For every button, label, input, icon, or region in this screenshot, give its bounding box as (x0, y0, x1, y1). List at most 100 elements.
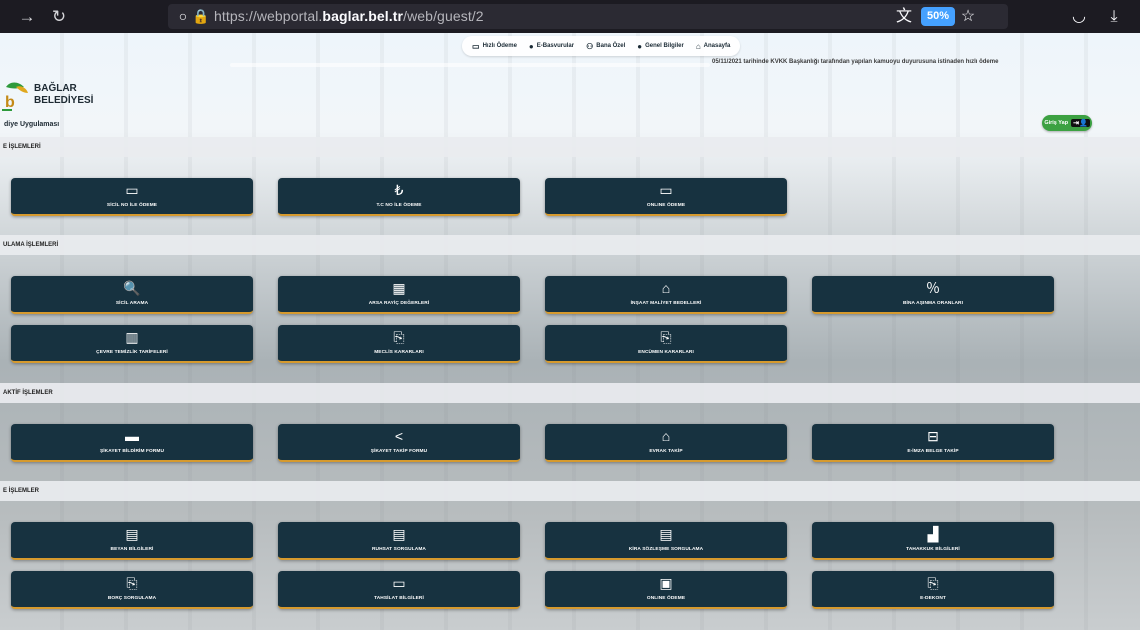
logo-text: BAĞLAR BELEDİYESİ (34, 83, 93, 107)
service-tile[interactable]: ⎘ BORÇ SORGULAMA (11, 571, 253, 609)
service-tile-label: İNŞAAT MALİYET BEDELLERİ (630, 301, 702, 306)
url-bar[interactable]: ○ 🔒 https://webportal.baglar.bel.tr/web/… (168, 4, 1008, 29)
card-icon: ▭ (472, 41, 480, 51)
clipboard-icon: ▤ (125, 526, 139, 542)
top-nav-item[interactable]: ● Genel Bilgiler (637, 42, 684, 51)
pocket-icon[interactable]: ◡ (1068, 6, 1090, 28)
service-tile-label: BEYAN BİLGİLERİ (110, 547, 154, 552)
service-tile-label: ŞİKAYET BİLDİRİM FORMU (99, 449, 165, 454)
drive-icon: ⊟ (927, 428, 939, 444)
service-tile-label: E-DEKONT (920, 596, 946, 601)
service-tile[interactable]: ▟ TAHAKKUK BİLGİLERİ (812, 522, 1054, 560)
logo-icon: b (2, 82, 28, 111)
service-tile[interactable]: ▣ ONLINE ÖDEME (545, 571, 787, 609)
institution-icon: ⌂ (661, 428, 671, 444)
service-tile[interactable]: ▬ ŞİKAYET BİLDİRİM FORMU (11, 424, 253, 462)
file-gear-icon: ⎘ (927, 575, 939, 591)
forward-icon[interactable]: → (16, 6, 38, 28)
service-tile-label: MECLİS KARARLARI (374, 350, 424, 355)
shield-icon[interactable]: ○ (174, 7, 192, 25)
service-tile[interactable]: ▭ ONLINE ÖDEME (545, 178, 787, 216)
card-icon: ▭ (659, 182, 673, 198)
service-tile-label: TAHSİLAT BİLGİLERİ (374, 596, 424, 601)
service-tile[interactable]: ▭ TAHSİLAT BİLGİLERİ (278, 571, 520, 609)
service-tile[interactable]: < ŞİKAYET TAKİP FORMU (278, 424, 520, 462)
reload-icon[interactable]: ↻ (48, 6, 70, 28)
service-tile-label: ARSA RAYİÇ DEĞERLERİ (368, 301, 430, 306)
card-coin-icon: ▭ (392, 575, 406, 591)
service-tile-label: BORÇ SORGULAMA (107, 596, 157, 601)
top-nav-item[interactable]: ⌂ Anasayfa (696, 42, 731, 51)
service-tile[interactable]: ⎘ ENCÜMEN KARARLARI (545, 325, 787, 363)
browser-toolbar: → ↻ ○ 🔒 https://webportal.baglar.bel.tr/… (0, 0, 1140, 33)
top-nav-item[interactable]: ▭ Hızlı Ödeme (472, 42, 517, 51)
top-nav-item[interactable]: ● E-Basvurular (529, 42, 574, 51)
download-icon[interactable]: ⤓ (1103, 6, 1125, 28)
zoom-level-badge[interactable]: 50% (921, 7, 955, 26)
top-nav-label: E-Basvurular (536, 43, 575, 49)
section-header: E İŞLEMLER (0, 481, 1140, 501)
service-tile-label: T.C NO İLE ÖDEME (376, 203, 422, 208)
login-user-icon: ⇥👤 (1071, 119, 1090, 127)
announcement-ticker: 05/11/2021 tarihinde KVKK Başkanlığı tar… (712, 59, 999, 65)
percent-doc-icon: ％ (926, 280, 940, 296)
service-tile-label: KİRA SÖZLEŞME SORGULAMA (628, 547, 704, 552)
search-icon: 🔍 (123, 280, 141, 296)
top-nav-item[interactable]: ⚇ Bana Özel (586, 42, 625, 51)
svg-text:b: b (5, 94, 15, 111)
trash-icon: ▥ (125, 329, 139, 345)
comments-icon: ▬ (125, 428, 139, 444)
ticker-track (230, 63, 710, 67)
service-tile-label: ÇEVRE TEMİZLİK TARİFELERİ (96, 350, 168, 355)
service-tile-label: EVRAK TAKİP (649, 449, 683, 454)
document-icon: ▤ (659, 526, 673, 542)
section-header: E İŞLEMLERİ (0, 137, 1140, 157)
service-tile[interactable]: ▥ ÇEVRE TEMİZLİK TARİFELERİ (11, 325, 253, 363)
service-tile-label: ONLINE ÖDEME (646, 203, 686, 208)
service-tile-label: BİNA AŞINMA ORANLARI (902, 301, 964, 306)
file-search-icon: ⎘ (660, 329, 672, 345)
file-gear-icon: ⎘ (126, 575, 138, 591)
service-tile[interactable]: ▤ BEYAN BİLGİLERİ (11, 522, 253, 560)
share-icon: < (394, 428, 404, 444)
login-button[interactable]: Giriş Yap ⇥👤 (1042, 115, 1092, 131)
section-header: AKTİF İŞLEMLER (0, 383, 1140, 403)
top-nav-label: Hızlı Ödeme (482, 43, 517, 49)
url-text[interactable]: https://webportal.baglar.bel.tr/web/gues… (214, 8, 484, 24)
service-tile[interactable]: ⎘ E-DEKONT (812, 571, 1054, 609)
translate-icon[interactable]: 文 (893, 6, 915, 28)
service-tile[interactable]: ▭ SİCİL NO İLE ÖDEME (11, 178, 253, 216)
service-tile-label: SİCİL NO İLE ÖDEME (106, 203, 158, 208)
service-tile[interactable]: ⊟ E-İMZA BELGE TAKİP (812, 424, 1054, 462)
service-tile[interactable]: 🔍 SİCİL ARAMA (11, 276, 253, 314)
service-tile[interactable]: ▤ KİRA SÖZLEŞME SORGULAMA (545, 522, 787, 560)
top-nav-label: Bana Özel (596, 43, 626, 49)
login-button-label: Giriş Yap (1044, 120, 1069, 126)
service-tile[interactable]: ▤ RUHSAT SORGULAMA (278, 522, 520, 560)
service-tile-label: E-İMZA BELGE TAKİP (907, 449, 959, 454)
top-nav-label: Genel Bilgiler (645, 43, 684, 49)
service-tile-label: RUHSAT SORGULAMA (371, 547, 426, 552)
service-tile-label: TAHAKKUK BİLGİLERİ (906, 547, 960, 552)
home-icon: ⌂ (695, 41, 701, 51)
section-header: ULAMA İŞLEMLERİ (0, 235, 1140, 255)
service-tile-label: SİCİL ARAMA (115, 301, 149, 306)
bookmark-star-icon[interactable]: ☆ (957, 6, 979, 28)
monitor-pay-icon: ▣ (659, 575, 673, 591)
service-tile[interactable]: ⌂ EVRAK TAKİP (545, 424, 787, 462)
web-page: ▭ Hızlı Ödeme ● E-Basvurular ⚇ Bana Özel ● Gene… (0, 33, 1140, 630)
service-tile-label: ONLINE ÖDEME (646, 596, 686, 601)
doc-search-icon: ▤ (392, 526, 406, 542)
service-tile-label: ŞİKAYET TAKİP FORMU (370, 449, 428, 454)
calculator-icon: ▦ (392, 280, 406, 296)
service-tile[interactable]: ⌂ İNŞAAT MALİYET BEDELLERİ (545, 276, 787, 314)
building-icon: ⌂ (661, 280, 671, 296)
lira-icon: ₺ (394, 182, 404, 198)
service-tile[interactable]: ⎘ MECLİS KARARLARI (278, 325, 520, 363)
card-icon: ▭ (125, 182, 139, 198)
service-tile[interactable]: ▦ ARSA RAYİÇ DEĞERLERİ (278, 276, 520, 314)
logo-line1: BAĞLAR (34, 83, 77, 94)
service-tile[interactable]: ₺ T.C NO İLE ÖDEME (278, 178, 520, 216)
service-tile[interactable]: ％ BİNA AŞINMA ORANLARI (812, 276, 1054, 314)
lock-icon[interactable]: 🔒 (192, 7, 210, 25)
